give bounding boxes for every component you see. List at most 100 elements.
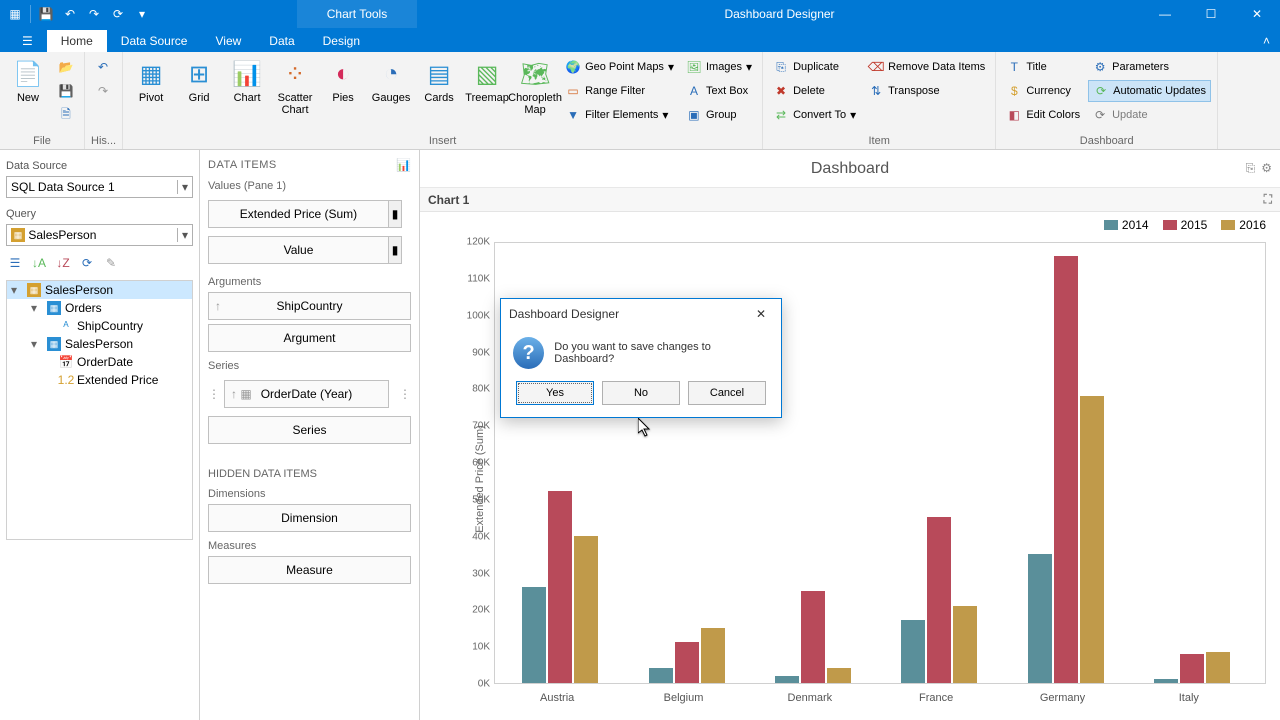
tab-data-source[interactable]: Data Source xyxy=(107,30,202,52)
maximize-chart-icon[interactable]: ⛶ xyxy=(1264,192,1272,207)
redo-icon[interactable]: ↷ xyxy=(83,3,105,25)
tree-node-orders[interactable]: ▾▦Orders xyxy=(7,299,192,317)
chart-bar[interactable] xyxy=(1054,256,1078,683)
chart-button[interactable]: 📊Chart xyxy=(225,56,269,106)
title-button[interactable]: TTitle xyxy=(1002,56,1084,78)
chart-bar[interactable] xyxy=(522,587,546,683)
chart-bar[interactable] xyxy=(801,591,825,683)
treemap-button[interactable]: ▧Treemap xyxy=(465,56,509,106)
series-options-icon[interactable]: ⋮ xyxy=(393,387,411,401)
choropleth-button[interactable]: 🗺Choropleth Map xyxy=(513,56,557,118)
geopoint-maps-button[interactable]: 🌍Geo Point Maps ▾ xyxy=(561,56,678,78)
chart-bar[interactable] xyxy=(953,606,977,683)
minimize-button[interactable]: — xyxy=(1142,0,1188,28)
delete-button[interactable]: ✖Delete xyxy=(769,80,860,102)
value-pill-extendedprice[interactable]: Extended Price (Sum)▮ xyxy=(208,200,389,228)
undo-button[interactable]: ↶ xyxy=(91,56,115,78)
group-fields-icon[interactable]: ☰ xyxy=(6,254,24,272)
gauges-button[interactable]: ◔Gauges xyxy=(369,56,413,106)
dialog-close-button[interactable]: ✕ xyxy=(749,307,773,321)
argument-pill-empty[interactable]: Argument xyxy=(208,324,411,352)
open-button[interactable]: 📂 xyxy=(54,56,78,78)
maximize-button[interactable]: ☐ xyxy=(1188,0,1234,28)
chart-bar[interactable] xyxy=(675,642,699,683)
scatter-chart-button[interactable]: ⁘Scatter Chart xyxy=(273,56,317,118)
tree-node-extendedprice[interactable]: 1.2Extended Price xyxy=(7,371,192,389)
settings-icon[interactable]: ⚙ xyxy=(1261,161,1272,176)
export-icon[interactable]: ⎘ xyxy=(1246,161,1256,176)
chart-bar[interactable] xyxy=(1080,396,1104,683)
chart-bar[interactable] xyxy=(548,491,572,683)
group-button[interactable]: ▣Group xyxy=(682,104,756,126)
chart-bar[interactable] xyxy=(1206,652,1230,683)
grid-button[interactable]: ⊞Grid xyxy=(177,56,221,106)
dialog-cancel-button[interactable]: Cancel xyxy=(688,381,766,405)
redo-button[interactable]: ↷ xyxy=(91,80,115,102)
bar-type-icon[interactable]: ▮ xyxy=(388,236,402,264)
tab-view[interactable]: View xyxy=(201,30,255,52)
convert-to-button[interactable]: ⇄Convert To ▾ xyxy=(769,104,860,126)
bar-type-icon[interactable]: ▮ xyxy=(388,200,402,228)
collapse-ribbon-icon[interactable]: ˄ xyxy=(1253,30,1280,52)
file-menu[interactable]: ☰ xyxy=(8,30,47,52)
value-pill-empty[interactable]: Value▮ xyxy=(208,236,389,264)
refresh-tree-icon[interactable]: ⟳ xyxy=(78,254,96,272)
save-icon[interactable]: 💾 xyxy=(35,3,57,25)
sort-desc-icon[interactable]: ↓Z xyxy=(54,254,72,272)
data-source-combo[interactable]: SQL Data Source 1▾ xyxy=(6,176,193,198)
chart-bar[interactable] xyxy=(1180,654,1204,683)
app-icon[interactable]: ▦ xyxy=(4,3,26,25)
new-button[interactable]: 📄New xyxy=(6,56,50,106)
edit-colors-button[interactable]: ◧Edit Colors xyxy=(1002,104,1084,126)
chart-bar[interactable] xyxy=(901,620,925,683)
series-pill-empty[interactable]: Series xyxy=(208,416,411,444)
field-tree[interactable]: ▾▦SalesPerson ▾▦Orders ᴬShipCountry ▾▦Sa… xyxy=(6,280,193,540)
drag-handle-icon[interactable]: ⋮ xyxy=(208,387,220,401)
dimension-pill-empty[interactable]: Dimension xyxy=(208,504,411,532)
update-button[interactable]: ⟳Update xyxy=(1088,104,1211,126)
pivot-button[interactable]: ▦Pivot xyxy=(129,56,173,106)
tree-node-orderdate[interactable]: 📅OrderDate xyxy=(7,353,192,371)
refresh-icon[interactable]: ⟳ xyxy=(107,3,129,25)
series-pill-orderdate[interactable]: ↑ ▦OrderDate (Year) xyxy=(224,380,389,408)
chart-bar[interactable] xyxy=(827,668,851,683)
tree-node-salesperson-table[interactable]: ▾▦SalesPerson xyxy=(7,335,192,353)
close-button[interactable]: ✕ xyxy=(1234,0,1280,28)
tree-node-salesperson[interactable]: ▾▦SalesPerson xyxy=(7,281,192,299)
remove-data-items-button[interactable]: ⌫Remove Data Items xyxy=(864,56,989,78)
chart-bar[interactable] xyxy=(649,668,673,683)
chart-type-icon[interactable]: 📊 xyxy=(396,158,411,172)
text-box-button[interactable]: AText Box xyxy=(682,80,756,102)
tab-home[interactable]: Home xyxy=(47,30,107,52)
qat-customize-icon[interactable]: ▾ xyxy=(131,3,153,25)
dialog-no-button[interactable]: No xyxy=(602,381,680,405)
filter-elements-button[interactable]: ▼Filter Elements ▾ xyxy=(561,104,678,126)
tree-node-shipcountry[interactable]: ᴬShipCountry xyxy=(7,317,192,335)
chart-bar[interactable] xyxy=(1154,679,1178,683)
chart-bar[interactable] xyxy=(701,628,725,683)
range-filter-button[interactable]: ▭Range Filter xyxy=(561,80,678,102)
chart-bar[interactable] xyxy=(775,676,799,683)
transpose-button[interactable]: ⇅Transpose xyxy=(864,80,989,102)
tab-data[interactable]: Data xyxy=(255,30,308,52)
chart-panel[interactable]: Chart 1 ⛶ 201420152016 Extended Price (S… xyxy=(420,188,1280,720)
sort-asc-icon[interactable]: ↓A xyxy=(30,254,48,272)
parameters-button[interactable]: ⚙Parameters xyxy=(1088,56,1211,78)
automatic-updates-button[interactable]: ⟳Automatic Updates xyxy=(1088,80,1211,102)
images-button[interactable]: 🖼Images ▾ xyxy=(682,56,756,78)
pies-button[interactable]: ◐Pies xyxy=(321,56,365,106)
chart-bar[interactable] xyxy=(1028,554,1052,683)
edit-tree-icon[interactable]: ✎ xyxy=(102,254,120,272)
currency-button[interactable]: $Currency xyxy=(1002,80,1084,102)
save-button[interactable]: 💾 xyxy=(54,80,78,102)
dialog-yes-button[interactable]: Yes xyxy=(516,381,594,405)
query-combo[interactable]: ▦ SalesPerson▾ xyxy=(6,224,193,246)
undo-icon[interactable]: ↶ xyxy=(59,3,81,25)
chart-bar[interactable] xyxy=(927,517,951,683)
tab-design[interactable]: Design xyxy=(309,30,374,52)
duplicate-button[interactable]: ⎘Duplicate xyxy=(769,56,860,78)
save-as-button[interactable]: 🗎 xyxy=(54,104,78,126)
argument-pill-shipcountry[interactable]: ↑ShipCountry xyxy=(208,292,411,320)
measure-pill-empty[interactable]: Measure xyxy=(208,556,411,584)
cards-button[interactable]: ▤Cards xyxy=(417,56,461,106)
